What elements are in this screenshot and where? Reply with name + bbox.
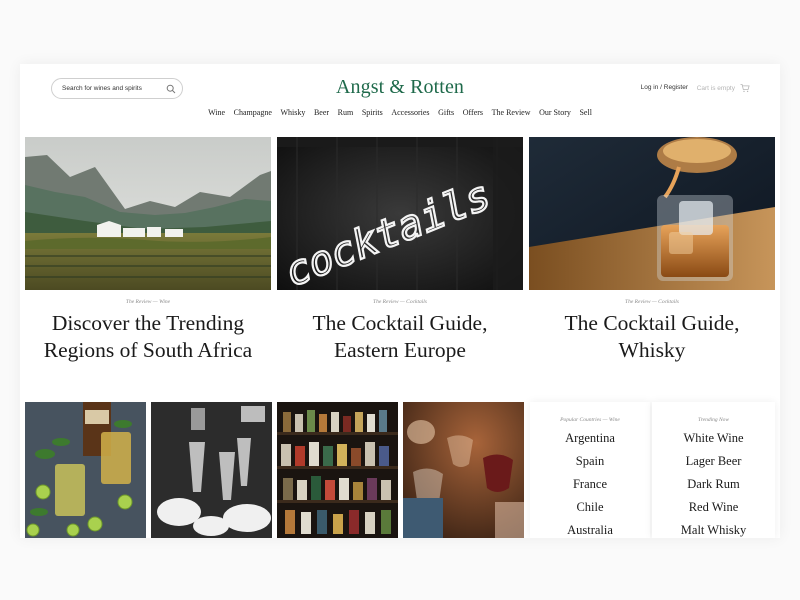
featured-3-category: The Review — Cocktails <box>625 299 679 305</box>
login-register-link[interactable]: Log in / Register <box>641 84 688 91</box>
country-link[interactable]: Spain <box>530 450 650 473</box>
nav-accessories[interactable]: Accessories <box>391 108 429 117</box>
nav-spirits[interactable]: Spirits <box>362 108 383 117</box>
country-link[interactable]: France <box>530 473 650 496</box>
featured-1-title-line1: Discover the Trending <box>51 311 245 335</box>
country-link[interactable]: Australia <box>530 519 650 538</box>
featured-2-title-line1: The Cocktail Guide, <box>312 311 488 335</box>
trending-link[interactable]: Dark Rum <box>652 473 775 496</box>
cocktails-neon-sign-image[interactable]: cocktails <box>277 137 523 290</box>
country-link[interactable]: Argentina <box>530 427 650 450</box>
popular-countries-caption: Popular Countries — Wine <box>560 417 620 423</box>
nav-gifts[interactable]: Gifts <box>438 108 454 117</box>
mojito-cocktails-image[interactable] <box>25 402 146 538</box>
trending-link[interactable]: Malt Whisky <box>652 519 775 538</box>
featured-3-title-line2: Whisky <box>618 338 686 362</box>
featured-1-category: The Review — Wine <box>125 299 171 305</box>
whisky-cocktail-image[interactable] <box>529 137 775 290</box>
trending-link[interactable]: Red Wine <box>652 496 775 519</box>
site-header: Angst & Rotten Log in / Register Cart is… <box>20 64 780 128</box>
trending-now-list: White Wine Lager Beer Dark Rum Red Wine … <box>652 427 775 538</box>
wine-glasses-toast-image[interactable] <box>403 402 524 538</box>
featured-2-category: The Review — Cocktails <box>373 299 427 305</box>
popular-countries-card: Popular Countries — Wine Argentina Spain… <box>530 402 650 538</box>
nav-our-story[interactable]: Our Story <box>539 108 571 117</box>
nav-offers[interactable]: Offers <box>463 108 483 117</box>
featured-1-title[interactable]: Discover the Trending Regions of South A… <box>25 310 271 364</box>
trending-now-card: Trending Now White Wine Lager Beer Dark … <box>652 402 775 538</box>
nav-sell[interactable]: Sell <box>579 108 591 117</box>
country-link[interactable]: Chile <box>530 496 650 519</box>
cart-icon[interactable] <box>740 83 750 93</box>
page-container: Angst & Rotten Log in / Register Cart is… <box>20 64 780 538</box>
trending-link[interactable]: Lager Beer <box>652 450 775 473</box>
featured-3-title-line1: The Cocktail Guide, <box>564 311 740 335</box>
popular-countries-list: Argentina Spain France Chile Australia <box>530 427 650 538</box>
nav-whisky[interactable]: Whisky <box>280 108 305 117</box>
featured-2-title[interactable]: The Cocktail Guide, Eastern Europe <box>277 310 523 364</box>
nav-beer[interactable]: Beer <box>314 108 329 117</box>
nav-wine[interactable]: Wine <box>208 108 225 117</box>
liquor-store-shelves-image[interactable] <box>277 402 398 538</box>
trending-now-caption: Trending Now <box>697 417 730 423</box>
cart-link[interactable]: Cart is empty <box>697 83 750 93</box>
main-nav: Wine Champagne Whisky Beer Rum Spirits A… <box>20 108 780 117</box>
nav-the-review[interactable]: The Review <box>492 108 531 117</box>
trending-link[interactable]: White Wine <box>652 427 775 450</box>
nav-champagne[interactable]: Champagne <box>234 108 272 117</box>
south-africa-landscape-image[interactable] <box>25 137 271 290</box>
cart-status: Cart is empty <box>696 84 735 92</box>
champagne-toast-image[interactable] <box>151 402 272 538</box>
featured-2-title-line2: Eastern Europe <box>334 338 466 362</box>
nav-rum[interactable]: Rum <box>338 108 354 117</box>
featured-3-title[interactable]: The Cocktail Guide, Whisky <box>529 310 775 364</box>
featured-1-title-line2: Regions of South Africa <box>43 338 253 362</box>
